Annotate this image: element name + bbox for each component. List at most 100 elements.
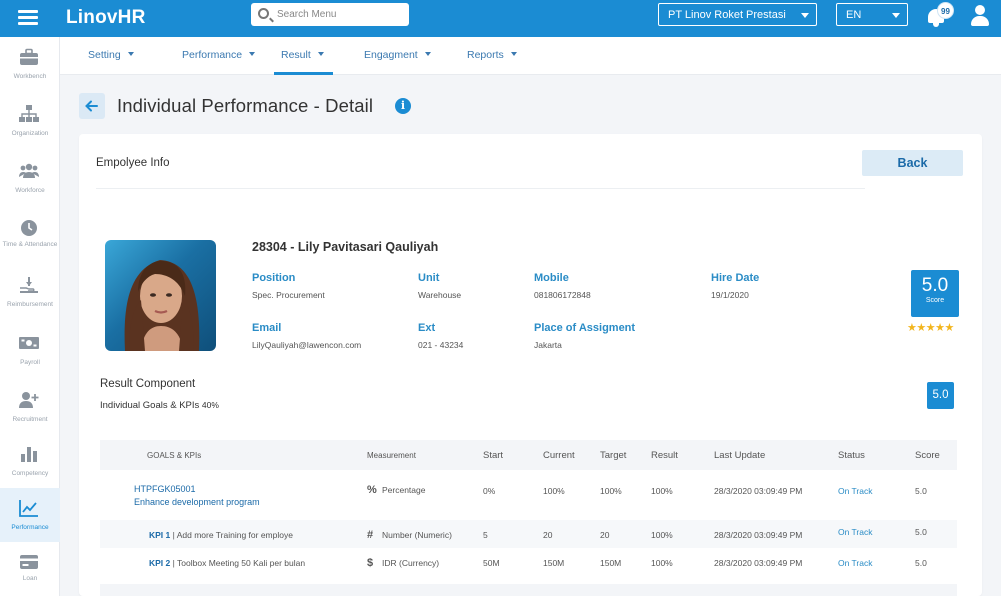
unit-value: Warehouse <box>418 290 462 300</box>
kpi-name-text: Toolbox Meeting 50 Kali per bulan <box>177 558 306 568</box>
kpi-status: On Track <box>838 527 873 537</box>
tab-label: Result <box>281 49 311 61</box>
active-tab-indicator <box>274 72 333 75</box>
company-select[interactable]: PT Linov Roket Prestasi <box>658 3 817 26</box>
employee-score-label: Score <box>925 297 945 304</box>
chevron-down-icon <box>801 13 809 18</box>
line-chart-icon <box>19 500 38 517</box>
sidebar-item-label: Time & Attendance <box>2 241 58 248</box>
user-icon[interactable] <box>971 5 989 27</box>
briefcase-icon <box>20 48 38 65</box>
tab-label: Performance <box>182 49 243 61</box>
chevron-down-icon <box>510 52 517 56</box>
email-value: LilyQauliyah@lawencon.com <box>252 340 362 350</box>
tab-result[interactable]: Result <box>281 49 324 61</box>
place-of-assignment-value: Jakarta <box>534 340 562 350</box>
sidebar-item-workforce[interactable]: Workforce <box>0 151 60 205</box>
money-icon <box>19 337 39 349</box>
brand-logo: LinovHR <box>66 7 146 28</box>
kpi-name[interactable]: KPI 1 | Add more Training for employe <box>149 530 293 540</box>
chevron-down-icon <box>249 52 256 56</box>
goal-code[interactable]: HTPFGK05001 <box>134 484 196 494</box>
tab-label: Engagment <box>364 49 418 61</box>
sidebar-item-label: Workbench <box>13 73 47 80</box>
kpi-code: KPI 2 <box>149 558 171 568</box>
column-header-result: Result <box>651 450 678 461</box>
org-chart-icon <box>19 105 39 122</box>
column-header-status: Status <box>838 450 865 461</box>
company-select-value: PT Linov Roket Prestasi <box>668 9 786 21</box>
tab-performance[interactable]: Performance <box>182 49 256 61</box>
sidebar-item-payroll[interactable]: Payroll <box>0 323 60 377</box>
goal-status: On Track <box>838 486 873 496</box>
column-header-score: Score <box>915 450 940 461</box>
language-select[interactable]: EN <box>836 3 908 26</box>
hash-icon: # <box>367 529 374 541</box>
goal-result: 100% <box>651 486 673 496</box>
search-input[interactable] <box>277 6 405 23</box>
table-footer <box>100 584 957 596</box>
sidebar-item-reimbursement[interactable]: Reimbursement <box>0 265 60 319</box>
tab-reports[interactable]: Reports <box>467 49 517 61</box>
star-rating-icon: ★★★★★ <box>907 321 954 334</box>
kpi-target: 20 <box>600 530 610 540</box>
unit-label: Unit <box>418 272 440 284</box>
place-of-assignment-label: Place of Assigment <box>534 322 636 334</box>
employee-score-box: 5.0 Score <box>911 270 959 317</box>
sidebar-item-loan[interactable]: Loan <box>0 542 60 596</box>
hamburger-menu-icon[interactable] <box>18 7 38 29</box>
kpi-measurement: $ IDR (Currency) <box>367 557 439 569</box>
measurement-label: Number (Numeric) <box>382 530 452 540</box>
sidebar-item-label: Performance <box>11 524 49 531</box>
result-component-percent: 40% <box>201 400 219 410</box>
goal-start: 0% <box>483 486 496 496</box>
result-component-title: Result Component <box>100 378 196 390</box>
table-row-kpi-2: KPI 2 | Toolbox Meeting 50 Kali per bula… <box>100 548 957 578</box>
avatar-portrait-icon <box>124 260 200 351</box>
column-header-last-update: Last Update <box>714 450 766 461</box>
back-button[interactable]: Back <box>862 150 963 176</box>
column-header-start: Start <box>483 450 504 461</box>
sidebar-item-label: Organization <box>11 130 49 137</box>
clock-icon <box>21 220 37 236</box>
sidebar-item-performance[interactable]: Performance <box>0 488 60 542</box>
goal-name[interactable]: Enhance development program <box>134 497 260 507</box>
card-icon <box>20 555 38 569</box>
info-icon[interactable]: i <box>395 98 411 114</box>
card-title: Empolyee Info <box>96 157 170 169</box>
arrow-left-icon <box>85 100 98 112</box>
chevron-down-icon <box>317 52 324 56</box>
mobile-label: Mobile <box>534 272 569 284</box>
result-component-subtitle: Individual Goals & KPIs 40% <box>100 400 219 411</box>
hire-date-value: 19/1/2020 <box>711 290 749 300</box>
kpi-result: 100% <box>651 530 673 540</box>
back-arrow-button[interactable] <box>79 93 105 119</box>
employee-name: 28304 - Lily Pavitasari Qauliyah <box>252 240 439 254</box>
sidebar-item-recruitment[interactable]: Recruitment <box>0 380 60 434</box>
tab-label: Reports <box>467 49 504 61</box>
goal-target: 100% <box>600 486 622 496</box>
sidebar-item-organization[interactable]: Organization <box>0 94 60 148</box>
column-header-target: Target <box>600 450 627 461</box>
top-bar: LinovHR PT Linov Roket Prestasi EN 99 <box>0 0 1001 37</box>
kpi-start: 5 <box>483 530 488 540</box>
sidebar-item-time-attendance[interactable]: Time & Attendance <box>0 208 60 262</box>
chevron-down-icon <box>424 52 431 56</box>
goal-measurement: % Percentage <box>367 484 425 496</box>
column-header-current: Current <box>543 450 575 461</box>
kpi-code: KPI 1 <box>149 530 171 540</box>
language-select-value: EN <box>846 9 862 21</box>
tab-engagment[interactable]: Engagment <box>364 49 431 61</box>
page-title: Individual Performance - Detail <box>117 95 374 116</box>
sidebar-item-competency[interactable]: Competency <box>0 434 60 488</box>
tab-setting[interactable]: Setting <box>88 49 134 61</box>
kpi-result: 100% <box>651 558 673 568</box>
kpi-score: 5.0 <box>915 558 927 568</box>
sidebar-item-label: Workforce <box>15 187 45 194</box>
sidebar-item-workbench[interactable]: Workbench <box>0 37 60 91</box>
position-label: Position <box>252 272 296 284</box>
kpi-measurement: # Number (Numeric) <box>367 529 452 541</box>
kpi-current: 20 <box>543 530 553 540</box>
search-icon <box>258 8 269 19</box>
kpi-name[interactable]: KPI 2 | Toolbox Meeting 50 Kali per bula… <box>149 558 305 568</box>
